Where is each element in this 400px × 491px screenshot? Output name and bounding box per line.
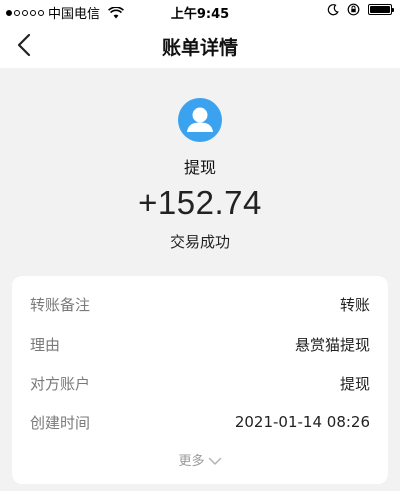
detail-value: 提现: [339, 374, 370, 393]
detail-value: 悬赏猫提现: [294, 335, 370, 354]
details-card: 转账备注 转账 理由 悬赏猫提现 对方账户 提现 创建时间 2021-01-14…: [12, 276, 388, 484]
status-bar: 中国电信 上午9:45: [0, 0, 400, 22]
transaction-status: 交易成功: [169, 233, 230, 251]
rotation-lock-icon: [347, 3, 360, 16]
detail-row-counterparty: 对方账户 提现: [30, 371, 370, 395]
detail-row-created-time: 创建时间 2021-01-14 08:26: [30, 410, 370, 434]
chevron-down-icon: [208, 457, 221, 465]
detail-value: 2021-01-14 08:26: [234, 413, 370, 431]
detail-row-remark: 转账备注 转账: [30, 292, 370, 316]
more-label: 更多: [178, 454, 205, 469]
nav-bar: 账单详情: [0, 22, 400, 68]
detail-label: 理由: [30, 335, 61, 354]
detail-label: 转账备注: [30, 295, 91, 314]
status-right: [327, 3, 394, 16]
detail-label: 创建时间: [30, 413, 91, 432]
battery-icon: [368, 4, 394, 15]
avatar: [178, 98, 222, 142]
detail-value: 转账: [339, 295, 370, 314]
moon-icon: [327, 3, 339, 15]
transaction-summary: 提现 +152.74 交易成功: [0, 68, 400, 268]
detail-row-reason: 理由 悬赏猫提现: [30, 332, 370, 356]
page-title: 账单详情: [161, 37, 238, 59]
user-icon: [187, 107, 213, 132]
transaction-amount: +152.74: [138, 184, 262, 221]
detail-label: 对方账户: [30, 374, 91, 393]
transaction-name: 提现: [183, 158, 216, 177]
more-button[interactable]: 更多: [12, 450, 388, 469]
